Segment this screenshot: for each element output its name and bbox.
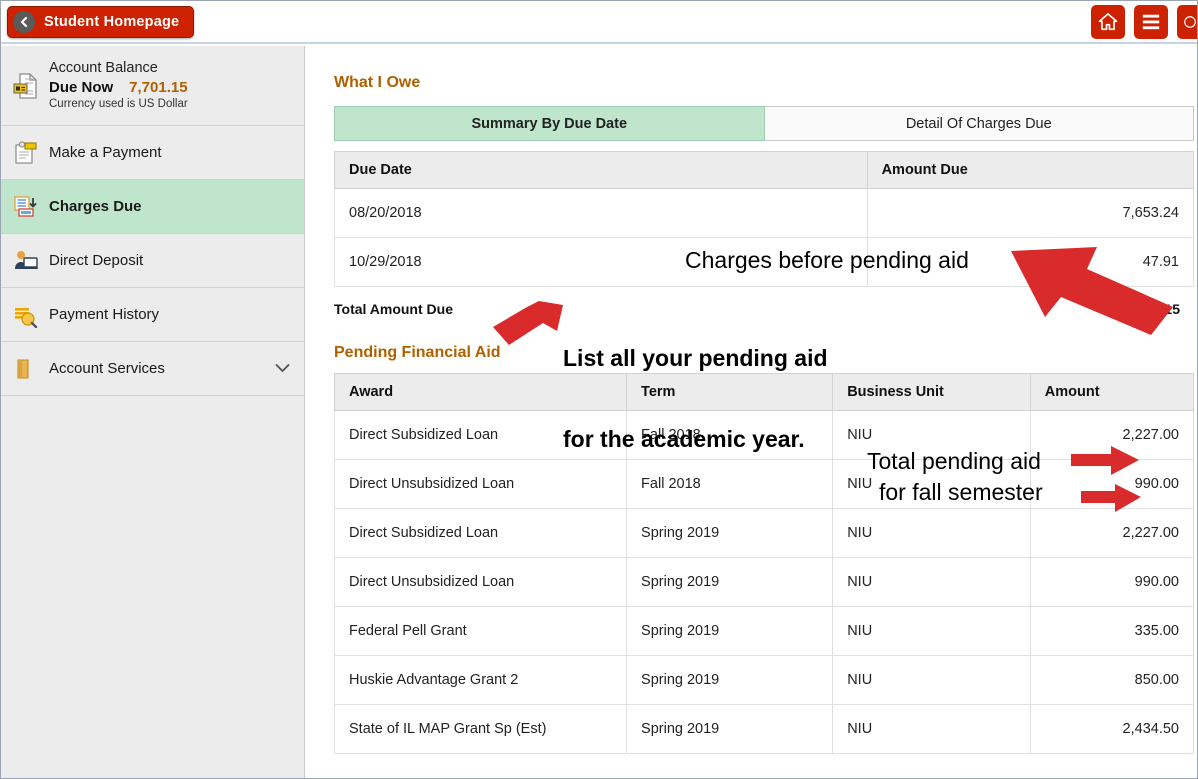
sidebar-item-charges-due[interactable]: Charges Due (1, 180, 304, 234)
column-header-award[interactable]: Award (335, 374, 627, 411)
due-now-amount: 7,701.15 (129, 78, 187, 97)
charges-list-icon (11, 194, 41, 220)
menu-icon[interactable] (1134, 5, 1168, 39)
sidebar-item-label: Charges Due (49, 198, 142, 215)
table-row[interactable]: Direct Subsidized Loan Fall 2018 NIU 2,2… (335, 411, 1194, 460)
cell-term: Spring 2019 (627, 509, 833, 558)
sidebar-item-account-services[interactable]: Account Services (1, 342, 304, 396)
column-header-business-unit[interactable]: Business Unit (833, 374, 1031, 411)
currency-note: Currency used is US Dollar (49, 97, 188, 112)
header-icon-group (1091, 5, 1197, 39)
sidebar-item-direct-deposit[interactable]: Direct Deposit (1, 234, 304, 288)
table-row[interactable]: Direct Unsubsidized Loan Spring 2019 NIU… (335, 558, 1194, 607)
sidebar-item-label: Direct Deposit (49, 252, 143, 269)
cell-award: Direct Subsidized Loan (335, 509, 627, 558)
table-row[interactable]: Direct Unsubsidized Loan Fall 2018 NIU 9… (335, 460, 1194, 509)
cell-term: Spring 2019 (627, 558, 833, 607)
home-icon[interactable] (1091, 5, 1125, 39)
cell-award: Huskie Advantage Grant 2 (335, 656, 627, 705)
pending-financial-aid-title: Pending Financial Aid (334, 344, 1197, 362)
cell-amount: 2,227.00 (1030, 411, 1193, 460)
cell-amount: 990.00 (1030, 558, 1193, 607)
tab-summary-by-due-date[interactable]: Summary By Due Date (334, 106, 765, 141)
main-content: What I Owe Summary By Due Date Detail Of… (306, 46, 1197, 779)
table-header-row: Due Date Amount Due (335, 152, 1194, 189)
tab-label: Summary By Due Date (471, 116, 627, 132)
cell-due-date: 10/29/2018 (335, 238, 868, 287)
cell-term: Spring 2019 (627, 607, 833, 656)
total-amount-due-row: Total Amount Due 7,701.15 (334, 287, 1194, 327)
cell-term: Fall 2018 (627, 460, 833, 509)
sidebar-navigation: Account Balance Due Now 7,701.15 Currenc… (1, 46, 305, 779)
cell-award: Direct Unsubsidized Loan (335, 558, 627, 607)
cell-business-unit: NIU (833, 509, 1031, 558)
cell-amount: 2,227.00 (1030, 509, 1193, 558)
actions-icon[interactable] (1177, 5, 1197, 39)
total-amount-due-label: Total Amount Due (334, 301, 453, 317)
cell-business-unit: NIU (833, 656, 1031, 705)
chevron-left-icon (13, 11, 35, 33)
due-now-label: Due Now (49, 78, 113, 97)
payment-form-icon (11, 140, 41, 166)
sidebar-item-label: Make a Payment (49, 144, 162, 161)
cell-amount: 335.00 (1030, 607, 1193, 656)
cell-term: Spring 2019 (627, 656, 833, 705)
student-homepage-back-button[interactable]: Student Homepage (7, 6, 194, 38)
folder-icon (11, 356, 41, 382)
cell-term: Spring 2019 (627, 705, 833, 754)
application-page: Student Homepage (0, 0, 1198, 779)
cell-due-date: 08/20/2018 (335, 189, 868, 238)
sidebar-item-label: Payment History (49, 306, 159, 323)
cell-business-unit: NIU (833, 607, 1031, 656)
cell-business-unit: NIU (833, 460, 1031, 509)
cell-business-unit: NIU (833, 411, 1031, 460)
table-row[interactable]: State of IL MAP Grant Sp (Est) Spring 20… (335, 705, 1194, 754)
what-i-owe-title: What I Owe (334, 74, 1197, 92)
table-row[interactable]: Huskie Advantage Grant 2 Spring 2019 NIU… (335, 656, 1194, 705)
cell-amount: 990.00 (1030, 460, 1193, 509)
what-i-owe-table: Due Date Amount Due 08/20/2018 7,653.24 … (334, 151, 1194, 287)
column-header-due-date[interactable]: Due Date (335, 152, 868, 189)
cell-amount: 2,434.50 (1030, 705, 1193, 754)
cell-award: State of IL MAP Grant Sp (Est) (335, 705, 627, 754)
total-amount-due-value: 7,701.15 (1126, 301, 1181, 317)
sidebar-item-label: Account Services (49, 360, 165, 377)
cell-amount-due: 47.91 (867, 238, 1193, 287)
app-header: Student Homepage (1, 1, 1197, 44)
document-card-icon (11, 72, 41, 100)
sidebar-item-make-a-payment[interactable]: Make a Payment (1, 126, 304, 180)
column-header-amount[interactable]: Amount (1030, 374, 1193, 411)
table-row[interactable]: 08/20/2018 7,653.24 (335, 189, 1194, 238)
table-header-row: Award Term Business Unit Amount (335, 374, 1194, 411)
cell-business-unit: NIU (833, 558, 1031, 607)
direct-deposit-icon (11, 248, 41, 274)
column-header-amount-due[interactable]: Amount Due (867, 152, 1193, 189)
back-button-label: Student Homepage (44, 14, 179, 30)
column-header-term[interactable]: Term (627, 374, 833, 411)
tab-detail-of-charges-due[interactable]: Detail Of Charges Due (765, 106, 1195, 141)
cell-amount-due: 7,653.24 (867, 189, 1193, 238)
tab-label: Detail Of Charges Due (906, 116, 1052, 132)
chevron-down-icon[interactable] (275, 360, 290, 378)
sidebar-account-balance-card[interactable]: Account Balance Due Now 7,701.15 Currenc… (1, 46, 304, 126)
cell-term: Fall 2018 (627, 411, 833, 460)
table-row[interactable]: Direct Subsidized Loan Spring 2019 NIU 2… (335, 509, 1194, 558)
cell-business-unit: NIU (833, 705, 1031, 754)
sidebar-item-payment-history[interactable]: Payment History (1, 288, 304, 342)
cell-award: Direct Unsubsidized Loan (335, 460, 627, 509)
cell-award: Direct Subsidized Loan (335, 411, 627, 460)
pending-financial-aid-table: Award Term Business Unit Amount Direct S… (334, 373, 1194, 754)
account-balance-title: Account Balance (49, 59, 188, 78)
cell-award: Federal Pell Grant (335, 607, 627, 656)
what-i-owe-tabs: Summary By Due Date Detail Of Charges Du… (334, 106, 1194, 141)
payment-history-icon (11, 302, 41, 328)
table-row[interactable]: Federal Pell Grant Spring 2019 NIU 335.0… (335, 607, 1194, 656)
table-row[interactable]: 10/29/2018 47.91 (335, 238, 1194, 287)
cell-amount: 850.00 (1030, 656, 1193, 705)
